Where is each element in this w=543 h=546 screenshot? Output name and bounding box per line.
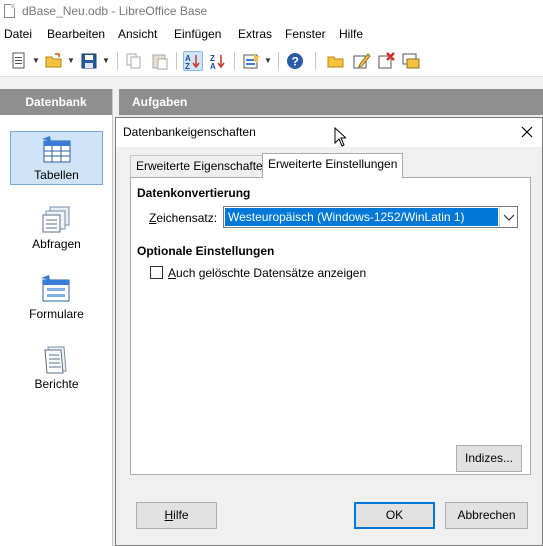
save-icon[interactable] xyxy=(79,51,99,71)
menubar: Datei Bearbeiten Ansicht Einfügen Extras… xyxy=(0,24,543,45)
save-dropdown-arrow-icon[interactable]: ▼ xyxy=(102,56,110,65)
window-titlebar: dBase_Neu.odb - LibreOffice Base xyxy=(0,0,543,24)
report-icon xyxy=(40,344,72,374)
toolbar-separator xyxy=(117,52,118,70)
new-document-icon[interactable] xyxy=(9,51,29,71)
section-title-optionale-einstellungen: Optionale Einstellungen xyxy=(137,244,275,258)
paste-icon[interactable] xyxy=(150,51,170,71)
window-title: dBase_Neu.odb - LibreOffice Base xyxy=(22,4,208,18)
dialog-titlebar: Datenbankeigenschaften xyxy=(116,118,542,147)
db-item-label: Formulare xyxy=(29,307,84,321)
toolbar-separator xyxy=(176,52,177,70)
db-item-formulare[interactable]: Formulare xyxy=(10,271,103,325)
database-panel: Datenbank Tabellen Abfragen Formulare Be… xyxy=(0,89,113,546)
database-properties-dialog: Datenbankeigenschaften Erweiterte Eigens… xyxy=(115,117,543,546)
charset-select[interactable]: Westeuropäisch (Windows-1252/WinLatin 1) xyxy=(223,206,518,228)
charset-selected-value: Westeuropäisch (Windows-1252/WinLatin 1) xyxy=(225,208,498,226)
new-form-icon[interactable] xyxy=(241,51,261,71)
svg-text:A: A xyxy=(210,62,216,71)
menu-ansicht[interactable]: Ansicht xyxy=(118,27,157,41)
mouse-cursor-icon xyxy=(334,126,348,147)
open-folder-icon[interactable] xyxy=(44,51,64,71)
menu-datei[interactable]: Datei xyxy=(4,27,32,41)
indexes-button[interactable]: Indizes... xyxy=(456,445,522,472)
menu-einfuegen[interactable]: Einfügen xyxy=(174,27,221,41)
show-deleted-checkbox[interactable] xyxy=(150,266,163,279)
tab-page-erweiterte-einstellungen: Datenkonvertierung Zeichensatz: Westeuro… xyxy=(130,177,531,475)
section-title-datenkonvertierung: Datenkonvertierung xyxy=(137,186,251,200)
sort-ascending-icon[interactable]: AZ xyxy=(183,51,203,71)
svg-text:?: ? xyxy=(292,55,299,69)
edit-icon[interactable] xyxy=(351,51,371,71)
tasks-panel-header: Aufgaben xyxy=(119,89,543,115)
help-icon[interactable]: ? xyxy=(285,51,305,71)
copy-icon[interactable] xyxy=(124,51,144,71)
new-dropdown-arrow-icon[interactable]: ▼ xyxy=(32,56,40,65)
standard-toolbar: ▼ ▼ ▼ AZ ZA ▼ ? xyxy=(0,45,543,77)
chevron-down-icon[interactable] xyxy=(499,207,517,227)
menu-hilfe[interactable]: Hilfe xyxy=(339,27,363,41)
database-panel-header: Datenbank xyxy=(0,89,112,115)
toolbar-separator xyxy=(234,52,235,70)
tab-erweiterte-einstellungen[interactable]: Erweiterte Einstellungen xyxy=(262,153,404,178)
open-dropdown-arrow-icon[interactable]: ▼ xyxy=(67,56,75,65)
menu-bearbeiten[interactable]: Bearbeiten xyxy=(47,27,105,41)
show-deleted-label: Auch gelöschte Datensätze anzeigen xyxy=(168,266,367,280)
open-database-object-icon[interactable] xyxy=(326,51,346,71)
menu-extras[interactable]: Extras xyxy=(238,27,272,41)
form-icon xyxy=(40,274,72,304)
help-button[interactable]: Hilfe xyxy=(136,502,217,529)
db-item-berichte[interactable]: Berichte xyxy=(10,341,103,395)
db-item-label: Tabellen xyxy=(34,168,79,182)
db-item-label: Berichte xyxy=(34,377,79,391)
ok-button[interactable]: OK xyxy=(354,502,435,529)
query-icon xyxy=(40,204,72,234)
new-form-dropdown-arrow-icon[interactable]: ▼ xyxy=(264,56,272,65)
delete-icon[interactable] xyxy=(376,51,396,71)
rename-icon[interactable] xyxy=(401,51,421,71)
toolbar-separator xyxy=(278,52,279,70)
document-icon xyxy=(4,4,15,18)
db-item-abfragen[interactable]: Abfragen xyxy=(10,201,103,255)
menu-fenster[interactable]: Fenster xyxy=(285,27,326,41)
dialog-title: Datenbankeigenschaften xyxy=(123,125,256,139)
toolbar-separator xyxy=(315,52,316,70)
sort-descending-icon[interactable]: ZA xyxy=(208,51,228,71)
svg-text:Z: Z xyxy=(185,62,190,70)
db-item-label: Abfragen xyxy=(32,237,81,251)
table-icon xyxy=(41,135,73,165)
charset-label: Zeichensatz: xyxy=(149,211,218,225)
db-item-tabellen[interactable]: Tabellen xyxy=(10,131,103,185)
close-icon[interactable] xyxy=(520,125,534,139)
cancel-button[interactable]: Abbrechen xyxy=(445,502,528,529)
tab-erweiterte-eigenschaften[interactable]: Erweiterte Eigenschaften xyxy=(130,155,276,177)
